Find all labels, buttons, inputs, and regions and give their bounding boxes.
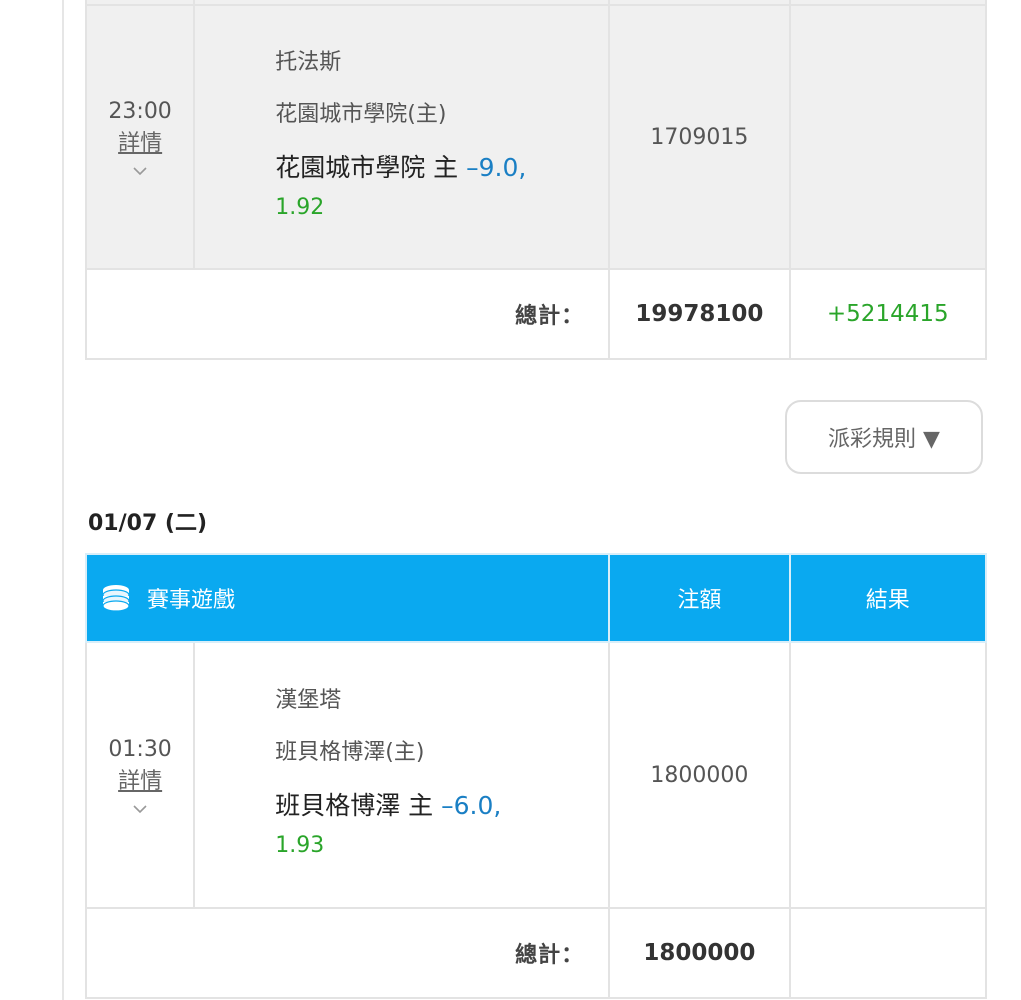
header-game: 賽事遊戲 <box>84 553 611 643</box>
odds-value: 1.92 <box>275 195 325 220</box>
total-label: 總計： <box>84 907 611 999</box>
bet-time-cell: 23:00 詳情 <box>84 4 196 270</box>
bet-time-cell: 01:30 詳情 <box>84 641 196 909</box>
table-row: 01:30 詳情 漢堡塔 班貝格博澤(主) 班貝格博澤 主 –6.0, 1.93… <box>84 641 988 909</box>
detail-link[interactable]: 詳情 <box>87 766 193 798</box>
handicap-value: –6.0, <box>441 791 502 820</box>
pick-team: 班貝格博澤 主 <box>275 791 434 820</box>
total-result <box>788 907 988 999</box>
header-game-label: 賽事遊戲 <box>147 588 236 613</box>
home-team: 班貝格博澤(主) <box>275 740 425 765</box>
match-cell: 托法斯 花園城市學院(主) 花園城市學院 主 –9.0, 1.92 <box>193 4 611 270</box>
bet-time: 23:00 <box>108 99 172 124</box>
total-amount: 19978100 <box>608 268 791 360</box>
league-name: 托法斯 <box>275 50 342 75</box>
date-heading: 01/07 (二) <box>88 511 208 536</box>
total-amount: 1800000 <box>608 907 791 999</box>
bet-pick: 花園城市學院 主 –9.0, 1.92 <box>275 149 608 227</box>
pick-team: 花園城市學院 主 <box>275 153 459 182</box>
bet-amount: 1800000 <box>608 641 791 909</box>
home-team: 花園城市學院(主) <box>275 102 447 127</box>
chevron-down-icon[interactable] <box>133 164 147 178</box>
league-name: 漢堡塔 <box>275 688 342 713</box>
total-row: 總計： 19978100 +5214415 <box>84 268 988 360</box>
bet-result <box>788 4 988 270</box>
header-amount: 注額 <box>608 553 791 643</box>
match-cell: 漢堡塔 班貝格博澤(主) 班貝格博澤 主 –6.0, 1.93 <box>193 641 611 909</box>
chevron-down-icon[interactable] <box>133 802 147 816</box>
total-row: 總計： 1800000 <box>84 907 988 999</box>
left-border-line <box>62 0 64 1000</box>
bet-table-1: 23:00 詳情 托法斯 花園城市學院(主) 花園城市學院 主 –9.0, 1.… <box>84 0 988 360</box>
table-row: 23:00 詳情 托法斯 花園城市學院(主) 花園城市學院 主 –9.0, 1.… <box>84 4 988 270</box>
detail-link[interactable]: 詳情 <box>87 128 193 160</box>
coins-stack-icon <box>102 585 130 612</box>
header-result: 結果 <box>788 553 988 643</box>
table-header-row: 賽事遊戲 注額 結果 <box>84 553 988 643</box>
total-result: +5214415 <box>788 268 988 360</box>
bet-amount: 1709015 <box>608 4 791 270</box>
payout-rules-button[interactable]: 派彩規則 ▼ <box>785 400 983 474</box>
bet-result <box>788 641 988 909</box>
odds-value: 1.93 <box>275 833 325 858</box>
bet-table-2: 賽事遊戲 注額 結果 01:30 詳情 漢堡塔 班貝格博澤(主) 班貝格博澤 主… <box>84 553 988 999</box>
bet-pick: 班貝格博澤 主 –6.0, 1.93 <box>275 787 608 865</box>
total-label: 總計： <box>84 268 611 360</box>
handicap-value: –9.0, <box>466 153 527 182</box>
bet-time: 01:30 <box>108 737 172 762</box>
